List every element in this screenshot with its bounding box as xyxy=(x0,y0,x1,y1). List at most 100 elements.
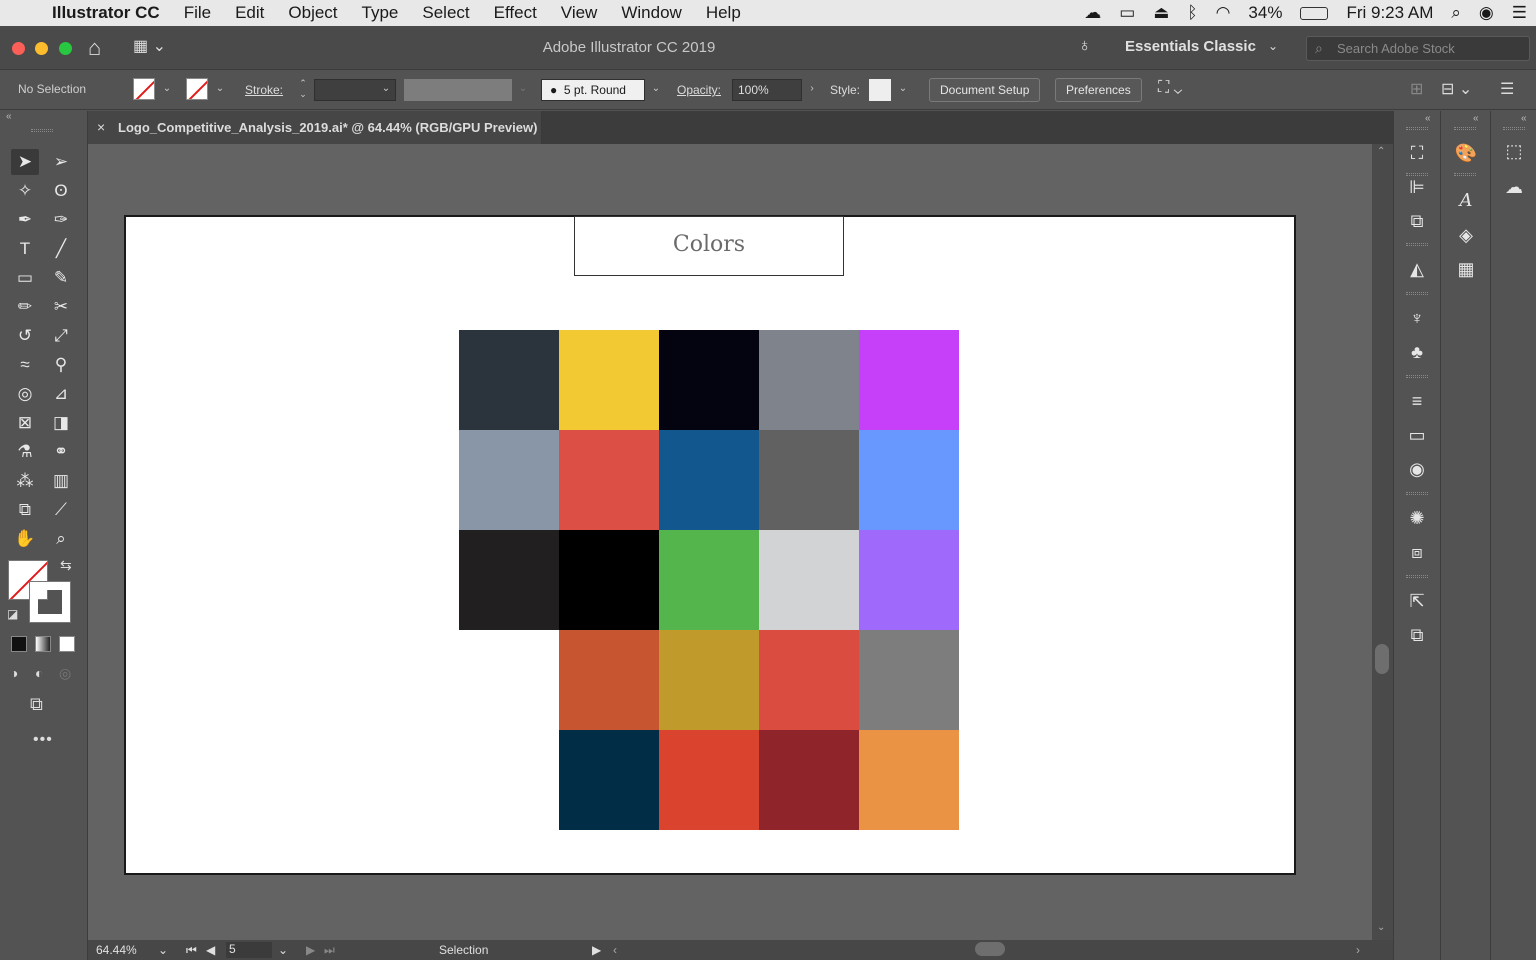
last-artboard-icon[interactable]: ⏭ xyxy=(324,943,335,958)
color-swatch-r3c3[interactable] xyxy=(659,530,759,630)
stroke-dropdown-icon[interactable]: ⌄ xyxy=(212,78,228,100)
document-setup-button[interactable]: Document Setup xyxy=(929,78,1041,102)
color-swatch-r2c1[interactable] xyxy=(459,430,559,530)
gradient-tool-icon[interactable]: ◨ xyxy=(47,410,75,436)
zoom-level[interactable]: 64.44% xyxy=(96,943,137,957)
opacity-label[interactable]: Opacity: xyxy=(677,83,721,97)
pathfinder-panel-icon[interactable]: ⧉ xyxy=(1404,209,1430,233)
type-tool-icon[interactable]: T xyxy=(11,236,39,262)
battery-icon[interactable] xyxy=(1291,3,1337,23)
default-colors-icon[interactable]: ◪ xyxy=(7,607,18,621)
selection-tool-icon[interactable]: ➤ xyxy=(11,149,39,175)
color-swatch-r3c5[interactable] xyxy=(859,530,959,630)
color-swatch-r3c4[interactable] xyxy=(759,530,859,630)
dock-grip[interactable] xyxy=(1406,492,1428,495)
first-artboard-icon[interactable]: ⏮ xyxy=(186,943,197,958)
appearance-panel-icon[interactable]: ◉ xyxy=(1404,457,1430,481)
rotate-tool-icon[interactable]: ↺ xyxy=(11,323,39,349)
color-swatch-r5c5[interactable] xyxy=(859,730,959,830)
color-swatch-r3c1[interactable] xyxy=(459,530,559,630)
dock-grip[interactable] xyxy=(1454,127,1476,130)
pencil-tool-icon[interactable]: ✏ xyxy=(11,294,39,320)
zoom-dropdown-icon[interactable]: ⌄ xyxy=(158,943,168,957)
dock-grip[interactable] xyxy=(1454,173,1476,176)
menu-window[interactable]: Window xyxy=(609,3,693,23)
export-panel-icon[interactable]: ⇱ xyxy=(1404,589,1430,613)
transparency-panel-icon[interactable]: ◭ xyxy=(1404,257,1430,281)
perspective-grid-tool-icon[interactable]: ⊿ xyxy=(47,381,75,407)
transform-icon[interactable]: ⊞ xyxy=(1410,79,1423,99)
warp-tool-icon[interactable]: ≈ xyxy=(11,352,39,378)
color-swatch-r4c5[interactable] xyxy=(859,630,959,730)
color-swatch-r5c2[interactable] xyxy=(559,730,659,830)
character-panel-icon[interactable]: A xyxy=(1453,189,1479,213)
opacity-arrow-icon[interactable]: › xyxy=(804,78,820,100)
horizontal-scroll-thumb[interactable] xyxy=(975,942,1005,956)
dock-grip[interactable] xyxy=(1406,243,1428,246)
scroll-right-icon[interactable]: › xyxy=(1356,943,1360,957)
spotlight-search-icon[interactable]: ⌕ xyxy=(1442,3,1470,23)
scale-tool-icon[interactable]: ⤢ xyxy=(47,323,75,349)
brush-dropdown-icon[interactable]: ⌄ xyxy=(648,78,664,100)
preferences-button[interactable]: Preferences xyxy=(1055,78,1142,102)
color-swatch-r4c4[interactable] xyxy=(759,630,859,730)
variable-width-profile[interactable] xyxy=(404,79,512,101)
links-panel-icon[interactable]: ⧉ xyxy=(1404,623,1430,647)
align-panel-icon[interactable]: ⊫ xyxy=(1404,175,1430,199)
color-swatch-r5c4[interactable] xyxy=(759,730,859,830)
workspace-switcher[interactable]: Essentials Classic xyxy=(1125,38,1256,55)
tools-grip[interactable] xyxy=(31,129,53,132)
magic-wand-tool-icon[interactable]: ✧ xyxy=(11,178,39,204)
collapse-dock-icon[interactable]: « xyxy=(1521,113,1527,124)
chevron-down-icon[interactable]: ⌄ xyxy=(1268,39,1278,53)
swatches-panel-icon[interactable]: ▦ xyxy=(1453,257,1479,281)
menu-app-name[interactable]: Illustrator CC xyxy=(46,3,172,23)
colors-heading[interactable]: Colors xyxy=(574,216,844,276)
slice-tool-icon[interactable]: ⟋ xyxy=(47,497,75,523)
direct-selection-tool-icon[interactable]: ➢ xyxy=(47,149,75,175)
gradient-mode-button[interactable] xyxy=(35,636,51,652)
pen-tool-icon[interactable]: ✒ xyxy=(11,207,39,233)
draw-behind-icon[interactable]: ◐ xyxy=(35,665,43,681)
siri-icon[interactable]: ◉ xyxy=(1470,3,1503,23)
document-tab[interactable]: × Logo_Competitive_Analysis_2019.ai* @ 6… xyxy=(88,111,542,144)
dock-grip[interactable] xyxy=(1406,375,1428,378)
layers-panel-icon[interactable]: ◈ xyxy=(1453,223,1479,247)
scroll-left-icon[interactable]: ‹ xyxy=(613,943,617,957)
line-tool-icon[interactable]: ╱ xyxy=(47,236,75,262)
dock-grip[interactable] xyxy=(1406,292,1428,295)
color-swatch-r5c3[interactable] xyxy=(659,730,759,830)
brushes-panel-icon[interactable]: ♆ xyxy=(1404,306,1430,330)
search-adobe-stock-input[interactable]: ⌕ Search Adobe Stock xyxy=(1306,36,1530,61)
menu-view[interactable]: View xyxy=(549,3,610,23)
none-mode-button[interactable] xyxy=(59,636,75,652)
draw-inside-icon[interactable]: ◎ xyxy=(59,665,71,682)
color-swatch-r2c5[interactable] xyxy=(859,430,959,530)
notification-center-icon[interactable]: ☰ xyxy=(1503,3,1536,23)
eyedropper-tool-icon[interactable]: ⚗ xyxy=(11,439,39,465)
draw-normal-icon[interactable]: ◑ xyxy=(10,665,18,681)
color-swatch-r2c2[interactable] xyxy=(559,430,659,530)
fill-swatch[interactable] xyxy=(133,78,155,100)
libraries-panel-icon[interactable]: ☁ xyxy=(1501,175,1527,199)
status-menu-icon[interactable]: ▶ xyxy=(592,943,601,957)
scissors-tool-icon[interactable]: ✂ xyxy=(47,294,75,320)
artboards-panel-icon[interactable]: ⛶ xyxy=(1404,141,1430,165)
airplay-icon[interactable]: ⏏ xyxy=(1144,3,1178,23)
column-graph-tool-icon[interactable]: ▥ xyxy=(47,468,75,494)
menu-file[interactable]: File xyxy=(172,3,223,23)
style-dropdown-icon[interactable]: ⌄ xyxy=(895,78,911,100)
menu-effect[interactable]: Effect xyxy=(482,3,549,23)
asset-export-panel-icon[interactable]: ⧈ xyxy=(1404,540,1430,564)
collapse-tools-icon[interactable]: « xyxy=(6,111,12,122)
artboard[interactable]: Colors xyxy=(124,215,1296,875)
lightbulb-icon[interactable]: ♁ xyxy=(1078,35,1092,56)
collapse-dock-icon[interactable]: « xyxy=(1425,113,1431,124)
artboard-number-field[interactable]: 5 xyxy=(226,942,272,958)
select-similar-icon[interactable]: ⛶ ⌄ xyxy=(1158,79,1182,97)
stroke-color-swatch[interactable] xyxy=(29,581,71,623)
brush-definition[interactable]: ● 5 pt. Round xyxy=(541,79,645,101)
color-guide-panel-icon[interactable]: 🎨 xyxy=(1453,141,1479,165)
image-trace-panel-icon[interactable]: ✺ xyxy=(1404,506,1430,530)
opacity-field[interactable]: 100% xyxy=(732,79,802,101)
